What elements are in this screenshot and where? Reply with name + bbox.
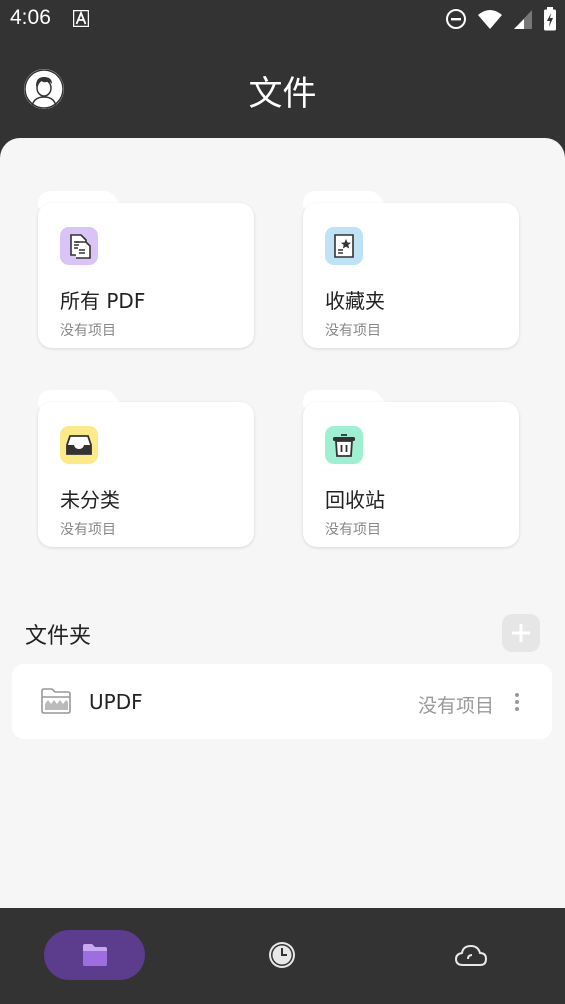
nav-files[interactable] (44, 930, 145, 980)
category-card-favorites[interactable]: 收藏夹 没有项目 (303, 191, 519, 348)
category-label: 所有 PDF (60, 289, 146, 313)
status-time: 4:06 (10, 6, 51, 29)
battery-charging-icon (544, 7, 556, 31)
all-pdf-icon (60, 227, 98, 265)
inbox-icon (60, 426, 98, 464)
plus-icon (512, 624, 530, 642)
bottom-navigation (0, 908, 565, 1004)
category-card-uncategorized[interactable]: 未分类 没有项目 (38, 390, 254, 547)
nav-cloud[interactable] (446, 930, 496, 980)
app-header: 文件 (0, 38, 565, 138)
category-count: 没有项目 (325, 522, 381, 538)
status-bar: 4:06 (0, 0, 565, 38)
main-content: 所有 PDF 没有项目 收藏夹 没有项目 未分类 没有项目 回收站 没有项目 文… (0, 138, 565, 908)
add-folder-button[interactable] (502, 614, 540, 652)
category-card-all-pdf[interactable]: 所有 PDF 没有项目 (38, 191, 254, 348)
page-title: 文件 (248, 74, 317, 114)
category-count: 没有项目 (325, 323, 381, 339)
more-vertical-icon[interactable] (514, 692, 520, 712)
folder-icon (82, 944, 107, 966)
folder-icon (41, 688, 71, 714)
clock-icon (269, 942, 295, 968)
category-label: 收藏夹 (325, 289, 385, 313)
a-notification-icon (73, 10, 89, 27)
category-label: 回收站 (325, 488, 385, 512)
nav-recent[interactable] (257, 930, 307, 980)
cloud-icon (454, 944, 488, 966)
category-label: 未分类 (60, 488, 120, 512)
trash-icon (325, 426, 363, 464)
signal-icon (514, 10, 532, 29)
folders-section-title: 文件夹 (25, 624, 92, 649)
folder-row-updf[interactable]: UPDF 没有项目 (12, 664, 552, 739)
folder-name: UPDF (89, 690, 143, 714)
category-card-trash[interactable]: 回收站 没有项目 (303, 390, 519, 547)
favorites-icon (325, 227, 363, 265)
folder-item-count: 没有项目 (417, 695, 494, 717)
category-count: 没有项目 (60, 323, 116, 339)
do-not-disturb-icon (446, 9, 466, 29)
wifi-icon (478, 10, 502, 29)
category-count: 没有项目 (60, 522, 116, 538)
